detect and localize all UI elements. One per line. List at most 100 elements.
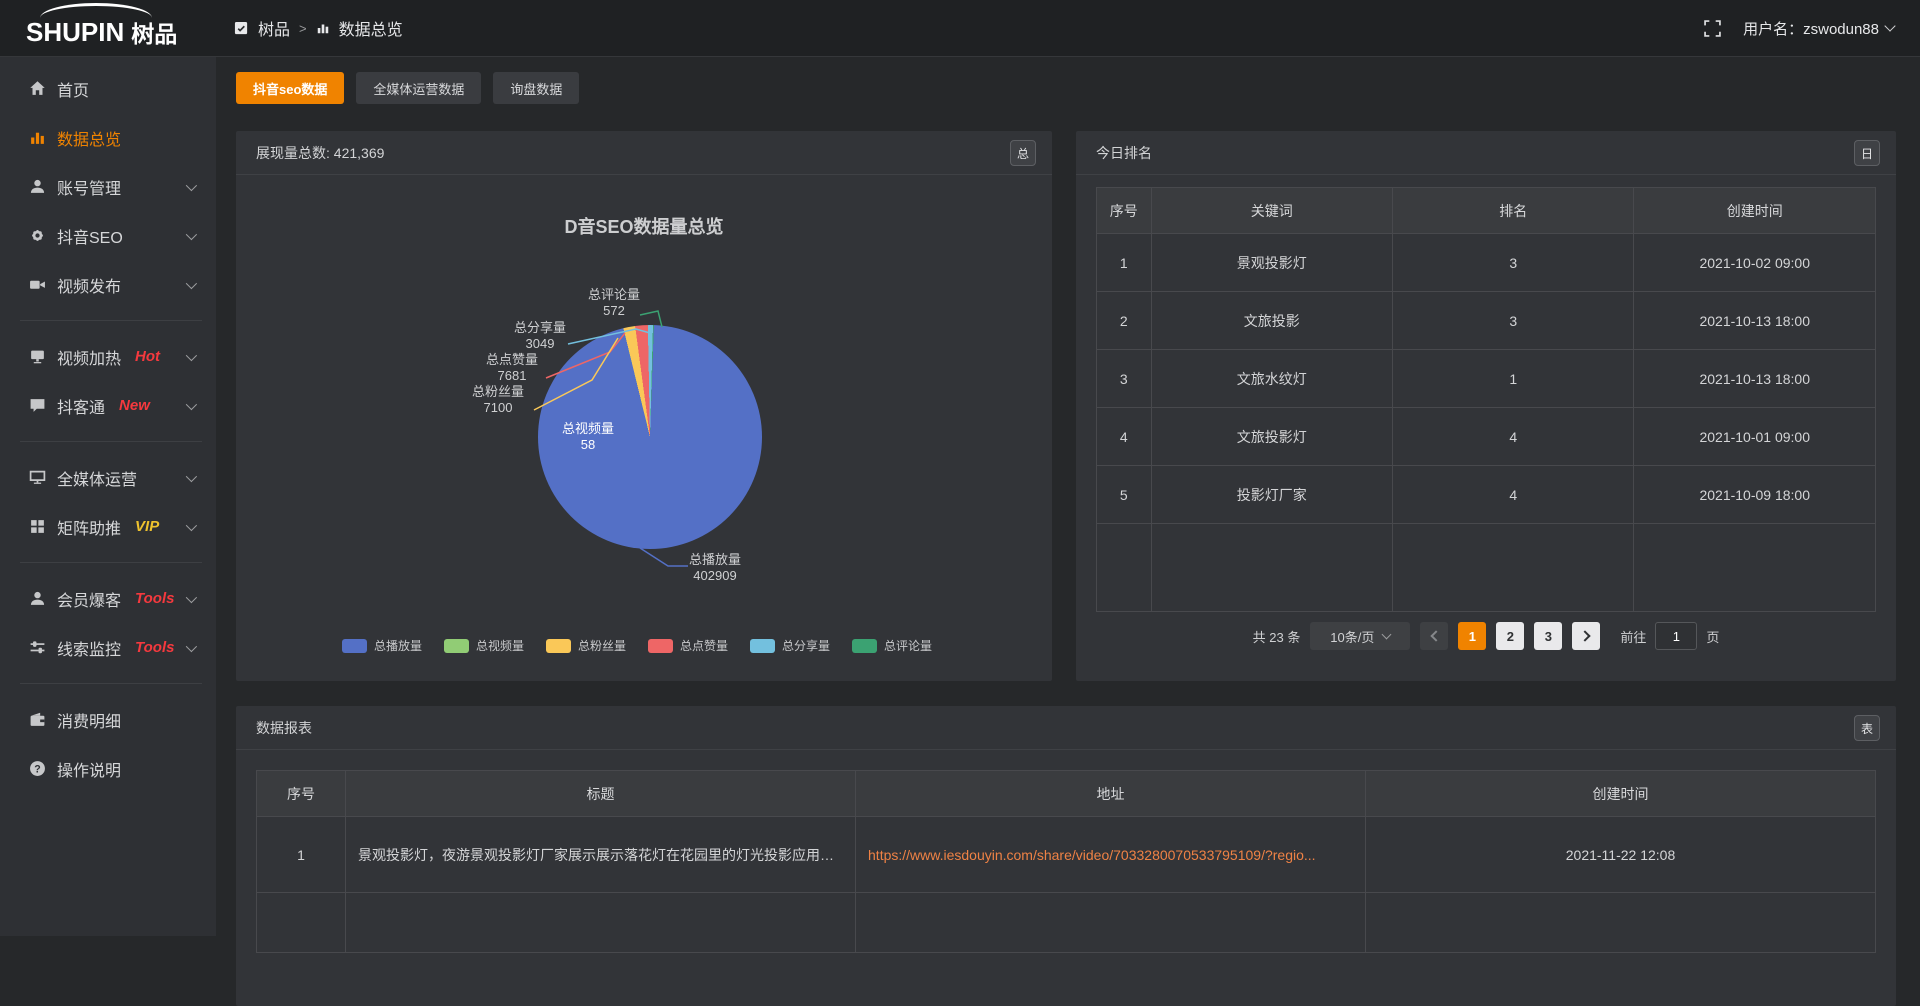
table-badge-button[interactable]: 表 <box>1854 715 1880 741</box>
breadcrumb: 树品 > 数据总览 <box>234 16 403 40</box>
pagination: 共 23 条 10条/页 1 2 3 前往 页 <box>1096 622 1876 650</box>
monitor-icon <box>28 469 46 486</box>
legend-swatch <box>852 639 877 653</box>
chevron-down-icon <box>186 349 197 360</box>
legend-label: 总点赞量 <box>680 637 728 654</box>
sidebar-item-label: 首页 <box>57 77 89 101</box>
col-title: 标题 <box>346 771 856 817</box>
legend-item-plays[interactable]: 总播放量 <box>342 637 422 654</box>
pie-chart: D音SEO数据量总览 总评论量 572 总分享量 3049 <box>236 175 1052 681</box>
new-badge: New <box>119 397 150 414</box>
page-size-select[interactable]: 10条/页 <box>1310 622 1410 650</box>
sidebar-divider <box>20 441 202 442</box>
table-row: 3 文旅水纹灯 1 2021-10-13 18:00 <box>1097 350 1876 408</box>
sidebar-item-help[interactable]: ? 操作说明 <box>0 744 216 793</box>
sidebar-item-label: 抖客通 <box>57 394 105 418</box>
table-header-row: 序号 标题 地址 创建时间 <box>257 771 1876 817</box>
pie-label-name: 总点赞量 <box>442 352 582 368</box>
tab-inquiry-data[interactable]: 询盘数据 <box>493 72 579 104</box>
ranking-table: 序号 关键词 排名 创建时间 1 景观投影灯 3 2021-10-02 09:0… <box>1096 187 1876 612</box>
sidebar-item-data-overview[interactable]: 数据总览 <box>0 113 216 162</box>
report-panel-header: 数据报表 <box>236 706 1896 750</box>
table-row: 2 文旅投影 3 2021-10-13 18:00 <box>1097 292 1876 350</box>
sidebar-item-video-heat[interactable]: 视频加热 Hot <box>0 332 216 381</box>
tab-douyin-seo[interactable]: 抖音seo数据 <box>236 72 344 104</box>
legend-item-likes[interactable]: 总点赞量 <box>648 637 728 654</box>
sidebar-item-label: 矩阵助推 <box>57 515 121 539</box>
data-report-panel: 数据报表 表 序号 标题 地址 创建时间 1 景观投影灯，夜游景观投影灯厂 <box>236 706 1896 1006</box>
hot-badge: Hot <box>135 348 160 365</box>
chevron-down-icon <box>186 277 197 288</box>
sidebar-item-omnimedia[interactable]: 全媒体运营 <box>0 453 216 502</box>
fullscreen-icon[interactable] <box>1704 20 1721 37</box>
legend-label: 总视频量 <box>476 637 524 654</box>
gear-icon <box>28 227 46 244</box>
sidebar-item-video-publish[interactable]: 视频发布 <box>0 260 216 309</box>
prev-page-button[interactable] <box>1420 622 1448 650</box>
sidebar-item-spend-detail[interactable]: 消费明细 <box>0 695 216 744</box>
chevron-down-icon <box>1382 630 1392 640</box>
logo-arc <box>40 3 152 33</box>
user-menu[interactable]: 用户名：zswodun88 <box>1743 18 1894 39</box>
day-badge-button[interactable]: 日 <box>1854 140 1880 166</box>
sidebar-item-label: 抖音SEO <box>57 224 123 248</box>
top-header: SHUPIN 树品 树品 > 数据总览 用户名：zswodun88 <box>0 0 1920 57</box>
page-button-3[interactable]: 3 <box>1534 622 1562 650</box>
table-header-row: 序号 关键词 排名 创建时间 <box>1097 188 1876 234</box>
report-table: 序号 标题 地址 创建时间 1 景观投影灯，夜游景观投影灯厂家展示展示落花灯在花… <box>256 770 1876 953</box>
tab-omnimedia-data[interactable]: 全媒体运营数据 <box>356 72 481 104</box>
chevron-right-icon <box>1579 630 1590 641</box>
breadcrumb-current: 数据总览 <box>339 16 403 40</box>
pie-label-name: 总粉丝量 <box>428 384 568 400</box>
sidebar-item-account[interactable]: 账号管理 <box>0 162 216 211</box>
table-row: 1 景观投影灯 3 2021-10-02 09:00 <box>1097 234 1876 292</box>
video-url-link[interactable]: https://www.iesdouyin.com/share/video/70… <box>868 847 1316 863</box>
question-circle-icon: ? <box>28 760 46 777</box>
chart-title: D音SEO数据量总览 <box>236 213 1052 239</box>
next-page-button[interactable] <box>1572 622 1600 650</box>
legend-label: 总粉丝量 <box>578 637 626 654</box>
pie-label-value: 402909 <box>645 568 785 584</box>
breadcrumb-separator: > <box>299 21 307 36</box>
sidebar-item-label: 操作说明 <box>57 757 121 781</box>
chevron-down-icon <box>186 640 197 651</box>
legend-item-videos[interactable]: 总视频量 <box>444 637 524 654</box>
legend-swatch <box>750 639 775 653</box>
sidebar-item-home[interactable]: 首页 <box>0 64 216 113</box>
col-url: 地址 <box>856 771 1366 817</box>
col-index: 序号 <box>257 771 346 817</box>
page-button-1[interactable]: 1 <box>1458 622 1486 650</box>
pie-label-value: 572 <box>544 303 684 319</box>
pie-label-name: 总播放量 <box>645 552 785 568</box>
page-button-2[interactable]: 2 <box>1496 622 1524 650</box>
sidebar-item-matrix-boost[interactable]: 矩阵助推 VIP <box>0 502 216 551</box>
col-created: 创建时间 <box>1634 188 1876 234</box>
sidebar-item-lead-monitor[interactable]: 线索监控 Tools <box>0 623 216 672</box>
pie-label-value: 7100 <box>428 400 568 416</box>
sidebar-item-douketong[interactable]: 抖客通 New <box>0 381 216 430</box>
legend-item-fans[interactable]: 总粉丝量 <box>546 637 626 654</box>
sidebar-item-label: 全媒体运营 <box>57 466 137 490</box>
table-empty-row <box>1097 524 1876 612</box>
legend-item-shares[interactable]: 总分享量 <box>750 637 830 654</box>
sidebar-item-member-tools[interactable]: 会员爆客 Tools <box>0 574 216 623</box>
total-badge-button[interactable]: 总 <box>1010 140 1036 166</box>
breadcrumb-root[interactable]: 树品 <box>258 16 290 40</box>
table-row: 4 文旅投影灯 4 2021-10-01 09:00 <box>1097 408 1876 466</box>
legend-swatch <box>648 639 673 653</box>
col-rank: 排名 <box>1393 188 1634 234</box>
legend-item-comments[interactable]: 总评论量 <box>852 637 932 654</box>
page-unit-label: 页 <box>1706 627 1719 646</box>
sidebar-item-label: 会员爆客 <box>57 587 121 611</box>
legend-label: 总评论量 <box>884 637 932 654</box>
pie-label-name: 总视频量 <box>518 421 658 437</box>
comment-icon <box>28 397 46 414</box>
ranking-panel-header: 今日排名 <box>1076 131 1896 175</box>
impressions-value: 421,369 <box>334 145 385 161</box>
pie-label-value: 7681 <box>442 368 582 384</box>
wallet-icon <box>28 711 46 728</box>
goto-page-input[interactable] <box>1655 622 1697 650</box>
sidebar-item-douyin-seo[interactable]: 抖音SEO <box>0 211 216 260</box>
chevron-down-icon <box>186 228 197 239</box>
legend-label: 总分享量 <box>782 637 830 654</box>
